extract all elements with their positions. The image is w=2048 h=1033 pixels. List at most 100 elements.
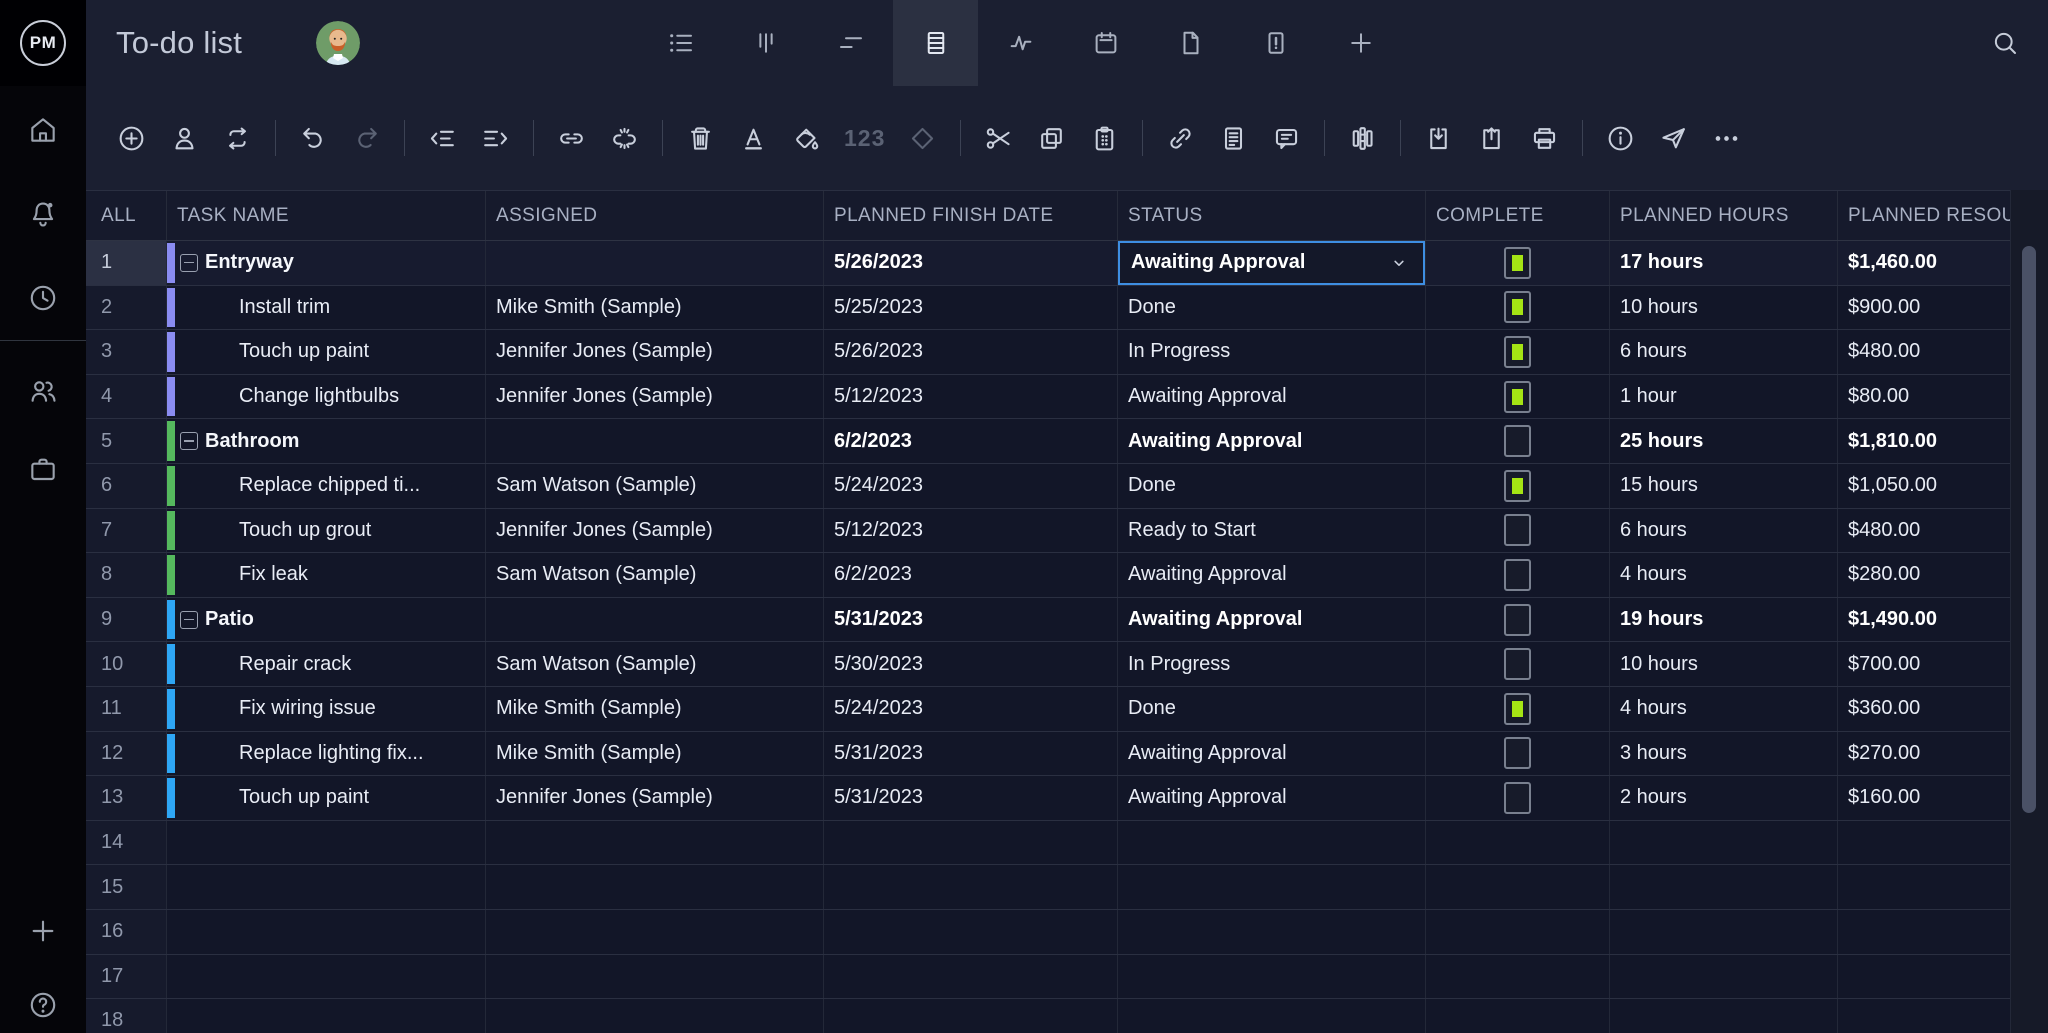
finish-date-cell[interactable] [824, 999, 1118, 1033]
row-number[interactable]: 9 [86, 597, 167, 642]
complete-cell[interactable] [1426, 954, 1610, 999]
info-button[interactable] [1605, 123, 1636, 154]
tab-list-view[interactable] [638, 0, 723, 86]
planned-hours-cell[interactable] [1610, 909, 1838, 954]
status-cell[interactable]: Awaiting Approval [1118, 731, 1426, 776]
planned-hours-cell[interactable]: 15 hours [1610, 463, 1838, 508]
tab-board-view[interactable] [723, 0, 808, 86]
assigned-cell[interactable]: Mike Smith (Sample) [486, 285, 824, 330]
complete-cell[interactable] [1426, 731, 1610, 776]
planned-hours-cell[interactable]: 25 hours [1610, 419, 1838, 463]
assigned-cell[interactable]: Jennifer Jones (Sample) [486, 330, 824, 374]
planned-cost-cell[interactable] [1838, 865, 2010, 909]
complete-checkbox[interactable] [1504, 335, 1531, 368]
task-name-cell[interactable] [167, 954, 486, 999]
finish-date-cell[interactable] [824, 820, 1118, 865]
complete-checkbox[interactable] [1504, 514, 1531, 547]
planned-hours-cell[interactable]: 1 hour [1610, 374, 1838, 419]
planned-cost-cell[interactable] [1838, 955, 2010, 999]
complete-checkbox[interactable] [1504, 692, 1531, 725]
planned-hours-cell[interactable]: 4 hours [1610, 553, 1838, 597]
task-name-cell[interactable] [167, 865, 486, 909]
planned-cost-cell[interactable]: $360.00 [1838, 687, 2010, 731]
complete-cell[interactable] [1426, 776, 1610, 820]
task-name-cell[interactable]: Patio [167, 597, 486, 642]
task-name-cell[interactable]: Bathroom [167, 419, 486, 463]
planned-cost-cell[interactable]: $900.00 [1838, 286, 2010, 330]
tab-calendar-view[interactable] [1063, 0, 1148, 86]
row-number[interactable]: 6 [86, 463, 167, 508]
row-number[interactable]: 15 [86, 865, 167, 909]
planned-hours-cell[interactable] [1610, 865, 1838, 909]
finish-date-cell[interactable]: 5/12/2023 [824, 508, 1118, 553]
planned-hours-cell[interactable]: 4 hours [1610, 686, 1838, 731]
task-name-cell[interactable]: Install trim [167, 285, 486, 330]
task-name-cell[interactable]: Repair crack [167, 642, 486, 686]
assigned-cell[interactable]: Sam Watson (Sample) [486, 642, 824, 686]
row-number[interactable]: 13 [86, 776, 167, 820]
planned-hours-cell[interactable]: 17 hours [1610, 241, 1838, 285]
row-number[interactable]: 7 [86, 508, 167, 553]
assigned-cell[interactable] [486, 419, 824, 463]
status-cell[interactable] [1118, 820, 1426, 865]
planned-cost-cell[interactable]: $1,460.00 [1838, 241, 2010, 285]
complete-cell[interactable] [1426, 508, 1610, 553]
finish-date-cell[interactable]: 5/12/2023 [824, 374, 1118, 419]
finish-date-cell[interactable] [824, 865, 1118, 909]
planned-hours-cell[interactable]: 10 hours [1610, 642, 1838, 686]
planned-hours-cell[interactable]: 10 hours [1610, 285, 1838, 330]
help-button[interactable] [27, 989, 59, 1021]
planned-cost-cell[interactable]: $1,490.00 [1838, 598, 2010, 642]
scrollbar-thumb[interactable] [2022, 246, 2036, 813]
task-name-cell[interactable]: Replace chipped ti... [167, 463, 486, 508]
complete-checkbox[interactable] [1504, 558, 1531, 591]
complete-cell[interactable] [1426, 463, 1610, 508]
home-button[interactable] [27, 114, 59, 146]
recurring-task-button[interactable] [222, 123, 253, 154]
task-name-cell[interactable]: Touch up grout [167, 508, 486, 553]
row-number[interactable]: 2 [86, 285, 167, 330]
planned-hours-cell[interactable]: 6 hours [1610, 330, 1838, 374]
complete-cell[interactable] [1426, 241, 1610, 285]
team-button[interactable] [27, 375, 59, 407]
status-cell[interactable]: Awaiting Approval [1118, 241, 1426, 285]
planned-hours-cell[interactable]: 3 hours [1610, 731, 1838, 776]
complete-cell[interactable] [1426, 686, 1610, 731]
text-color-button[interactable] [738, 123, 769, 154]
complete-checkbox[interactable] [1504, 291, 1531, 324]
search-button[interactable] [1990, 28, 2020, 58]
task-name-cell[interactable]: Fix leak [167, 553, 486, 597]
planned-hours-cell[interactable] [1610, 954, 1838, 999]
planned-cost-cell[interactable]: $480.00 [1838, 330, 2010, 374]
collapse-group-icon[interactable] [180, 610, 198, 629]
finish-date-cell[interactable]: 6/2/2023 [824, 553, 1118, 597]
indent-button[interactable] [480, 123, 511, 154]
status-cell[interactable]: Awaiting Approval [1118, 776, 1426, 820]
status-cell[interactable] [1118, 909, 1426, 954]
assigned-cell[interactable]: Mike Smith (Sample) [486, 731, 824, 776]
planned-cost-cell[interactable] [1838, 999, 2010, 1033]
status-cell[interactable]: Done [1118, 686, 1426, 731]
column-header-status[interactable]: STATUS [1118, 191, 1426, 240]
column-header-all[interactable]: ALL [86, 191, 167, 240]
link-tasks-button[interactable] [556, 123, 587, 154]
task-name-cell[interactable] [167, 999, 486, 1033]
complete-cell[interactable] [1426, 909, 1610, 954]
row-number[interactable]: 18 [86, 999, 167, 1033]
column-header-planned-finish-date[interactable]: PLANNED FINISH DATE [824, 191, 1118, 240]
import-button[interactable] [1423, 123, 1454, 154]
row-number[interactable]: 14 [86, 820, 167, 865]
tab-gantt-view[interactable] [808, 0, 893, 86]
planned-hours-cell[interactable] [1610, 820, 1838, 865]
finish-date-cell[interactable] [824, 909, 1118, 954]
complete-checkbox[interactable] [1504, 737, 1531, 770]
column-header-planned-hours[interactable]: PLANNED HOURS [1610, 191, 1838, 240]
finish-date-cell[interactable]: 5/24/2023 [824, 686, 1118, 731]
complete-checkbox[interactable] [1504, 603, 1531, 636]
notifications-button[interactable] [27, 198, 59, 230]
app-logo[interactable]: PM [0, 0, 86, 86]
task-name-cell[interactable]: Touch up paint [167, 330, 486, 374]
row-number[interactable]: 12 [86, 731, 167, 776]
assigned-cell[interactable] [486, 999, 824, 1033]
share-button[interactable] [1658, 123, 1689, 154]
